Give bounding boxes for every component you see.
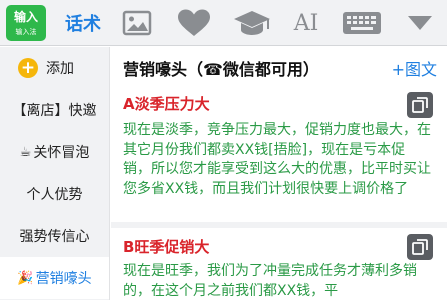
sidebar-item-xinxin[interactable]: 强势传信心 [0,215,109,257]
top-toolbar: 输入 输入法 话术 AI [0,0,447,46]
copy-button[interactable] [407,234,433,260]
sidebar-item-label: 强势传信心 [19,229,90,245]
card-divider [111,222,447,228]
sidebar-item-label: 【离店】快邀 [12,103,97,119]
card-body[interactable]: 现在是旺季，我们为了冲量完成任务才薄利多销的，在这个月之前我们都XX钱，平 [123,262,433,300]
page-title: 营销嚎头（☎微信都可用） [123,60,319,79]
ai-label: AI [293,10,319,36]
sidebar-item-label: 关怀冒泡 [33,145,90,161]
card-body[interactable]: 现在是淡季，竞争压力最大，促销力度也最大，在其它月份我们都卖XX钱[捂脸]，现在… [123,121,433,199]
sidebar-item-label: 个人优势 [26,187,83,203]
sidebar-item-lidian[interactable]: 【离店】快邀 [0,89,109,131]
sidebar-item-guanhuai[interactable]: ☕ 关怀冒泡 [0,131,109,173]
copy-icon [412,239,428,255]
logo-line1: 输入 [13,10,38,24]
heart-icon[interactable] [168,0,220,46]
coffee-icon: ☕ [19,144,32,160]
tab-huashu[interactable]: 话术 [56,0,110,46]
script-list-panel: 营销嚎头（☎微信都可用） +图文 A淡季压力大 现在是淡季，竞争压力最大，促销力… [111,47,447,300]
add-category-button[interactable]: + 添加 [0,47,109,89]
copy-icon [412,97,428,113]
chevron-down-icon[interactable] [396,0,444,46]
sidebar-item-label: 营销嚎头 [35,271,92,287]
party-icon: 🎉 [17,270,34,286]
add-label: 添加 [46,61,74,77]
image-icon[interactable] [114,0,160,46]
category-sidebar: + 添加 【离店】快邀 ☕ 关怀冒泡 个人优势 强势传信心 🎉 营销嚎头 [0,47,110,300]
card-title: B旺季促销大 [123,238,210,256]
sidebar-item-youshi[interactable]: 个人优势 [0,173,109,215]
tab-huashu-label: 话术 [65,14,101,35]
ai-button[interactable]: AI [284,0,328,46]
logo-line2: 输入法 [15,28,37,36]
graduation-cap-icon[interactable] [224,0,280,46]
app-logo[interactable]: 输入 输入法 [6,5,46,41]
add-image-text-button[interactable]: +图文 [392,56,437,80]
sidebar-item-yingxiao[interactable]: 🎉 营销嚎头 [0,257,109,299]
plus-icon: + [18,58,38,78]
panel-header: 营销嚎头（☎微信都可用） +图文 [111,47,447,89]
copy-button[interactable] [407,92,433,118]
keyboard-icon[interactable] [334,0,390,46]
card-title: A淡季压力大 [123,95,210,113]
